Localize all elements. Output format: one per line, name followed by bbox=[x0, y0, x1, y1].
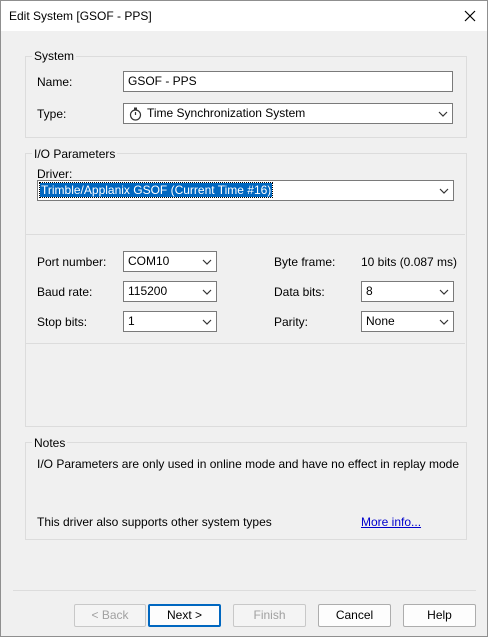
type-value: Time Synchronization System bbox=[147, 106, 306, 120]
data-bits-value: 8 bbox=[366, 284, 373, 298]
port-value: COM10 bbox=[128, 254, 170, 268]
parity-select[interactable]: None bbox=[361, 311, 454, 332]
back-button[interactable]: < Back bbox=[74, 604, 146, 627]
baud-label: Baud rate: bbox=[37, 285, 93, 299]
chevron-down-icon bbox=[201, 286, 213, 298]
data-bits-label: Data bits: bbox=[274, 285, 325, 299]
footer-separator bbox=[13, 590, 476, 591]
stop-bits-select[interactable]: 1 bbox=[123, 311, 217, 332]
help-button[interactable]: Help bbox=[403, 604, 476, 627]
close-icon[interactable] bbox=[459, 5, 481, 27]
chevron-down-icon bbox=[201, 316, 213, 328]
port-label: Port number: bbox=[37, 255, 107, 269]
io-separator-bottom bbox=[26, 343, 465, 344]
driver-value: Trimble/Applanix GSOF (Current Time #16) bbox=[38, 182, 274, 198]
more-info-link[interactable]: More info... bbox=[361, 515, 421, 529]
driver-label: Driver: bbox=[37, 167, 73, 181]
cancel-button[interactable]: Cancel bbox=[318, 604, 391, 627]
byte-frame-label: Byte frame: bbox=[274, 255, 336, 269]
edit-system-dialog: Edit System [GSOF - PPS] System Name: GS… bbox=[0, 0, 488, 637]
chevron-down-icon bbox=[438, 185, 450, 197]
name-field[interactable]: GSOF - PPS bbox=[123, 71, 453, 92]
type-label: Type: bbox=[37, 107, 67, 121]
stop-bits-label: Stop bits: bbox=[37, 315, 88, 329]
parity-label: Parity: bbox=[274, 315, 309, 329]
type-select[interactable]: Time Synchronization System bbox=[123, 103, 453, 124]
chevron-down-icon bbox=[437, 108, 449, 120]
system-group bbox=[25, 56, 467, 138]
io-separator-top bbox=[26, 234, 465, 235]
chevron-down-icon bbox=[438, 316, 450, 328]
baud-select[interactable]: 115200 bbox=[123, 281, 217, 302]
name-label: Name: bbox=[37, 75, 73, 89]
chevron-down-icon bbox=[201, 256, 213, 268]
byte-frame-value: 10 bits (0.087 ms) bbox=[361, 255, 458, 269]
data-bits-select[interactable]: 8 bbox=[361, 281, 454, 302]
next-button[interactable]: Next > bbox=[148, 604, 221, 627]
io-group-label: I/O Parameters bbox=[32, 147, 118, 161]
title-bar: Edit System [GSOF - PPS] bbox=[1, 1, 487, 31]
driver-select[interactable]: Trimble/Applanix GSOF (Current Time #16) bbox=[37, 180, 454, 201]
window-title: Edit System [GSOF - PPS] bbox=[9, 9, 152, 23]
parity-value: None bbox=[366, 314, 395, 328]
support-text: This driver also supports other system t… bbox=[37, 515, 272, 529]
stop-bits-value: 1 bbox=[128, 314, 135, 328]
chevron-down-icon bbox=[438, 286, 450, 298]
baud-value: 115200 bbox=[128, 284, 168, 298]
notes-group-label: Notes bbox=[32, 436, 68, 450]
system-group-label: System bbox=[32, 49, 77, 63]
stopwatch-icon bbox=[129, 107, 142, 124]
finish-button[interactable]: Finish bbox=[233, 604, 306, 627]
port-select[interactable]: COM10 bbox=[123, 251, 217, 272]
notes-text: I/O Parameters are only used in online m… bbox=[37, 457, 460, 471]
